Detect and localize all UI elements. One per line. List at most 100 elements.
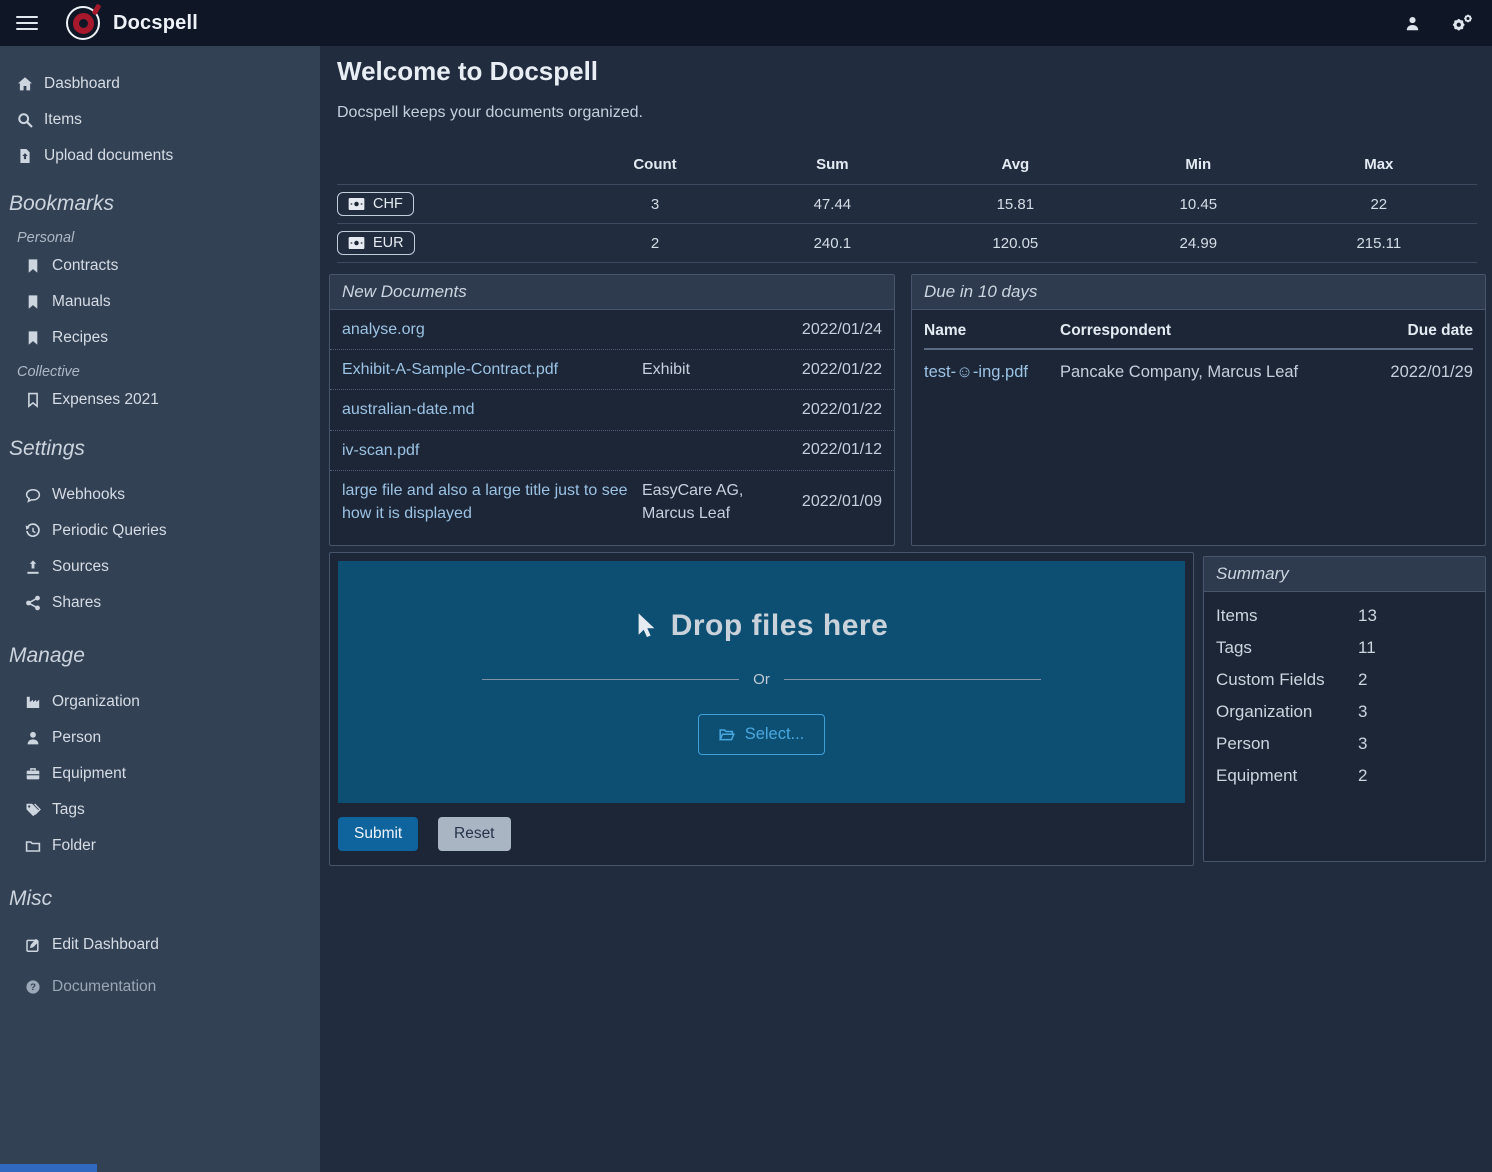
sidebar-item-edit-dashboard[interactable]: Edit Dashboard [0,927,320,963]
summary-label: Tags [1216,638,1358,658]
money-bill-icon [348,197,365,211]
sidebar-item-documentation[interactable]: ? Documentation [0,969,320,1005]
summary-row: Equipment 2 [1204,760,1485,792]
logo-ring [73,13,94,34]
sidebar-item-label: Shares [52,594,101,612]
sidebar-item-label: Manuals [52,293,111,311]
sidebar-item-organization[interactable]: Organization [0,684,320,720]
sidebar-item-label: Periodic Queries [52,522,167,540]
summary-value: 3 [1358,702,1367,722]
sidebar-item-tags[interactable]: Tags [0,792,320,828]
stat-value: 240.1 [750,224,915,263]
sidebar-item-label: Folder [52,837,96,855]
sidebar-item-label: Upload documents [44,147,173,165]
document-row: iv-scan.pdf 2022/01/12 [330,430,894,470]
sidebar-item-label: Expenses 2021 [52,391,159,409]
submit-button[interactable]: Submit [338,817,418,851]
sidebar-item-label: Organization [52,693,140,711]
sidebar-item-upload-documents[interactable]: Upload documents [0,138,320,174]
stats-header-max: Max [1281,148,1477,185]
sidebar-item-recipes[interactable]: Recipes [0,320,320,356]
bookmark-icon [25,294,41,310]
due-date: 2022/01/29 [1353,363,1473,382]
stats-header-min: Min [1116,148,1281,185]
document-link[interactable]: test-☺-ing.pdf [924,363,1060,382]
money-bill-icon [348,236,365,250]
sidebar-item-label: Tags [52,801,85,819]
top-navbar: Docspell [0,0,1492,46]
document-link[interactable]: Exhibit-A-Sample-Contract.pdf [342,358,634,381]
or-divider: Or [482,671,1041,688]
logo-tick [92,3,102,15]
document-link[interactable]: australian-date.md [342,398,634,421]
sidebar-item-expenses-2021[interactable]: Expenses 2021 [0,382,320,418]
section-title-manage: Manage [0,644,320,668]
sidebar-item-equipment[interactable]: Equipment [0,756,320,792]
section-title-settings: Settings [0,437,320,461]
sidebar-item-person[interactable]: Person [0,720,320,756]
user-icon [25,730,41,746]
docspell-logo [66,6,100,40]
document-date: 2022/01/24 [790,321,882,339]
briefcase-icon [25,766,41,782]
sidebar-item-label: Edit Dashboard [52,936,159,954]
file-dropzone[interactable]: Drop files here Or Select... [338,561,1185,803]
stat-value: 120.05 [915,224,1116,263]
upload-panel: Drop files here Or Select... Submit Rese… [329,552,1194,866]
sidebar-item-periodic-queries[interactable]: Periodic Queries [0,513,320,549]
menu-bars-icon[interactable] [16,16,38,31]
industry-icon [25,694,41,710]
document-info: Exhibit [642,358,782,381]
sidebar-item-manuals[interactable]: Manuals [0,284,320,320]
sidebar-item-items[interactable]: Items [0,102,320,138]
due-col-name: Name [924,322,1060,340]
currency-label: EUR [373,235,404,251]
reset-button[interactable]: Reset [438,817,511,851]
sidebar-item-label: Sources [52,558,109,576]
select-label: Select... [745,725,805,744]
sidebar-item-label: Documentation [52,978,156,996]
sidebar-item-contracts[interactable]: Contracts [0,248,320,284]
sidebar-item-label: Webhooks [52,486,125,504]
document-link[interactable]: analyse.org [342,318,634,341]
document-row: Exhibit-A-Sample-Contract.pdf Exhibit 20… [330,349,894,389]
share-icon [25,595,41,611]
summary-row: Custom Fields 2 [1204,664,1485,696]
document-link[interactable]: large file and also a large title just t… [342,479,634,525]
due-correspondent: Pancake Company, Marcus Leaf [1060,363,1353,382]
main-content: Welcome to Docspell Docspell keeps your … [320,46,1492,1172]
sidebar-item-label: Dasbhoard [44,75,120,93]
summary-label: Organization [1216,702,1358,722]
due-col-due-date: Due date [1353,322,1473,340]
search-icon [17,112,33,128]
due-table-header: Name Correspondent Due date [924,316,1473,350]
horizontal-scrollbar-thumb[interactable] [0,1164,97,1172]
currency-badge: EUR [337,231,415,255]
stats-table: Count Sum Avg Min Max CHF 3 47.44 15.81 … [337,148,1477,263]
document-info: EasyCare AG, Marcus Leaf [642,479,782,525]
stats-header-row: Count Sum Avg Min Max [337,148,1477,185]
due-row: test-☺-ing.pdf Pancake Company, Marcus L… [924,350,1473,382]
sidebar-item-label: Person [52,729,101,747]
user-icon[interactable] [1404,15,1421,32]
sidebar-item-dashboard[interactable]: Dasbhoard [0,66,320,102]
mouse-pointer-icon [635,612,658,640]
document-link[interactable]: iv-scan.pdf [342,439,634,462]
document-row: analyse.org 2022/01/24 [330,310,894,349]
summary-panel: Summary Items 13 Tags 11 Custom Fields 2… [1203,556,1486,862]
stats-row-eur: EUR 2 240.1 120.05 24.99 215.11 [337,224,1477,263]
folder-open-icon [719,727,735,743]
sidebar-item-shares[interactable]: Shares [0,585,320,621]
sidebar: Dasbhoard Items Upload documents Bookmar… [0,46,320,1172]
sidebar-item-folder[interactable]: Folder [0,828,320,864]
stat-value: 215.11 [1281,224,1477,263]
sidebar-item-sources[interactable]: Sources [0,549,320,585]
select-files-button[interactable]: Select... [698,714,826,755]
stats-row-chf: CHF 3 47.44 15.81 10.45 22 [337,185,1477,224]
file-upload-icon [17,148,33,164]
stat-value: 2 [560,224,750,263]
sidebar-item-webhooks[interactable]: Webhooks [0,477,320,513]
cogs-icon[interactable] [1451,13,1474,33]
folder-icon [25,838,41,854]
comment-icon [25,487,41,503]
